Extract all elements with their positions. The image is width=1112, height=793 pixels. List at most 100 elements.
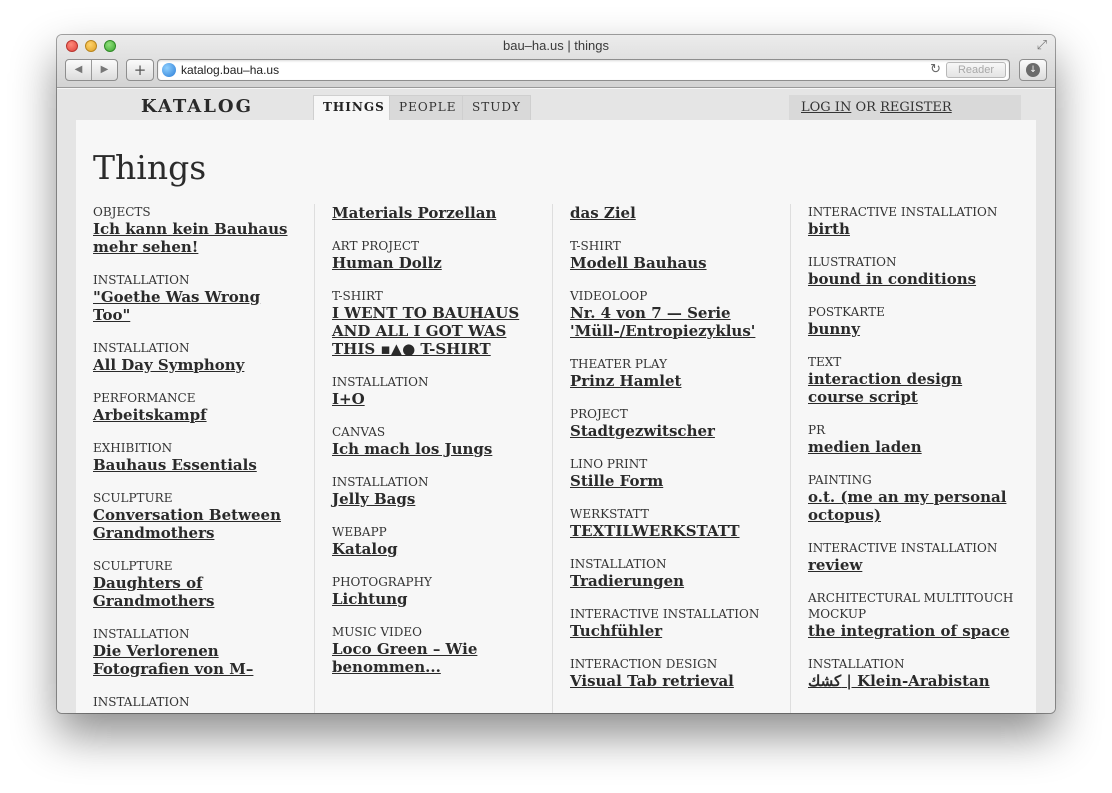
item-link[interactable]: birth [808, 220, 1016, 238]
item-category: ARCHITECTURAL MULTITOUCH MOCKUP [808, 591, 1014, 621]
site-brand[interactable]: KATALOG [141, 96, 253, 117]
item-link[interactable]: Conversation Between Grandmothers [93, 506, 302, 542]
download-icon: ↓ [1026, 63, 1040, 77]
item-link[interactable]: Stadtgezwitscher [570, 422, 778, 440]
item-link[interactable]: Tradierungen [570, 572, 778, 590]
item-link[interactable]: Prinz Hamlet [570, 372, 778, 390]
title-bar: bau–ha.us | things ⤢ ◀ ▶ + katalog.bau–h… [57, 35, 1055, 88]
item-category: INTERACTIVE INSTALLATION [808, 205, 998, 219]
item-link[interactable]: I+O [332, 390, 540, 408]
item-link[interactable]: Bauhaus Essentials [93, 456, 302, 474]
list-item: MUSIC VIDEO Loco Green – Wie benommen... [332, 624, 540, 676]
item-link[interactable]: I WENT TO BAUHAUS AND ALL I GOT WAS THIS… [332, 304, 540, 358]
list-item: CANVAS Ich mach los Jungs [332, 424, 540, 458]
item-link[interactable]: bunny [808, 320, 1016, 338]
item-link[interactable]: o.t. (me an my personal octopus) [808, 488, 1016, 524]
item-link[interactable]: Human Dollz [332, 254, 540, 272]
or-text: OR [855, 100, 876, 115]
item-category: CANVAS [332, 425, 386, 439]
item-link[interactable]: "Goethe Was Wrong Too" [93, 288, 302, 324]
item-link[interactable]: Stille Form [570, 472, 778, 490]
item-link[interactable]: Ich kann kein Bauhaus mehr sehen! [93, 220, 302, 256]
item-category: THEATER PLAY [570, 357, 667, 371]
fullscreen-icon[interactable]: ⤢ [1037, 38, 1047, 53]
item-category: INSTALLATION [93, 627, 190, 641]
item-link[interactable]: Modell Bauhaus [570, 254, 778, 272]
item-link[interactable]: Daughters of Grandmothers [93, 574, 302, 610]
list-item: PROJECT Stadtgezwitscher [570, 406, 778, 440]
things-column-2: Materials Porzellan ART PROJECT Human Dol… [314, 204, 552, 713]
item-category: T-SHIRT [570, 239, 621, 253]
tab-study[interactable]: STUDY [462, 95, 531, 120]
list-item: SCULPTURE Conversation Between Grandmothe… [93, 490, 302, 542]
downloads-button[interactable]: ↓ [1019, 59, 1047, 81]
item-category: MUSIC VIDEO [332, 625, 422, 639]
item-link[interactable]: Katalog [332, 540, 540, 558]
item-link[interactable]: Loco Green – Wie benommen... [332, 640, 540, 676]
item-category: SCULPTURE [93, 491, 173, 505]
url-text[interactable]: katalog.bau–ha.us [181, 63, 279, 77]
list-item: THEATER PLAY Prinz Hamlet [570, 356, 778, 390]
back-icon[interactable]: ◀ [66, 60, 91, 80]
item-link[interactable]: Lichtung [332, 590, 540, 608]
item-link[interactable]: TEXTILWERKSTATT [570, 522, 778, 540]
list-item: T-SHIRT Modell Bauhaus [570, 238, 778, 272]
login-link[interactable]: LOG IN [801, 100, 851, 115]
list-item: WERKSTATT TEXTILWERKSTATT [570, 506, 778, 540]
list-item: LINO PRINT Stille Form [570, 456, 778, 490]
item-link[interactable]: Arbeitskampf [93, 406, 302, 424]
item-link[interactable]: medien laden [808, 438, 1016, 456]
tab-things[interactable]: THINGS [313, 95, 395, 120]
item-link[interactable]: interaction design course script [808, 370, 1016, 406]
item-link[interactable]: Tuchfühler [570, 622, 778, 640]
item-link[interactable]: Ich mach los Jungs [332, 440, 540, 458]
item-link[interactable]: Die Verlorenen Fotografien von M– [93, 642, 302, 678]
list-item: SCULPTURE Daughters of Grandmothers [93, 558, 302, 610]
item-link[interactable]: Nr. 4 von 7 — Serie 'Müll-/Entropiezyklu… [570, 304, 778, 340]
item-link[interactable]: review [808, 556, 1016, 574]
list-item: EXHIBITION Bauhaus Essentials [93, 440, 302, 474]
item-link[interactable]: All Day Symphony [93, 356, 302, 374]
item-link[interactable]: das Ziel [570, 204, 778, 222]
list-item: INSTALLATION كشك | Klein-Arabistan [808, 656, 1016, 690]
globe-icon [162, 63, 176, 77]
item-link[interactable]: كشك | Klein-Arabistan [808, 672, 1016, 690]
item-category: WERKSTATT [570, 507, 649, 521]
list-item: PAINTING o.t. (me an my personal octopus) [808, 472, 1016, 524]
list-item: PERFORMANCE Arbeitskampf [93, 390, 302, 424]
forward-icon[interactable]: ▶ [91, 60, 117, 80]
item-category: PROJECT [570, 407, 628, 421]
item-link[interactable]: the integration of space [808, 622, 1016, 640]
reload-icon[interactable]: ↻ [930, 62, 941, 77]
list-item: INSTALLATION "Goethe Was Wrong Too" [93, 272, 302, 324]
item-category: INSTALLATION [93, 695, 190, 709]
list-item: WEBAPP Katalog [332, 524, 540, 558]
item-category: WEBAPP [332, 525, 387, 539]
page-title: Things [93, 148, 207, 187]
list-item: INSTALLATION All Day Symphony [93, 340, 302, 374]
item-category: INSTALLATION [93, 341, 190, 355]
item-category: ILUSTRATION [808, 255, 897, 269]
list-item: INTERACTION DESIGN Visual Tab retrieval [570, 656, 778, 690]
item-link[interactable]: Jelly Bags [332, 490, 540, 508]
item-category: PERFORMANCE [93, 391, 196, 405]
list-item: POSTKARTE bunny [808, 304, 1016, 338]
item-link[interactable]: bound in conditions [808, 270, 1016, 288]
item-link[interactable]: Visual Tab retrieval [570, 672, 778, 690]
item-category: INSTALLATION [570, 557, 667, 571]
reader-button[interactable]: Reader [946, 62, 1006, 78]
item-category: LINO PRINT [570, 457, 648, 471]
item-category: VIDEOLOOP [570, 289, 648, 303]
item-link[interactable]: Materials Porzellan [332, 204, 540, 222]
list-item: INTERACTIVE INSTALLATION birth [808, 204, 1016, 238]
address-bar[interactable]: katalog.bau–ha.us ↻ Reader [157, 59, 1010, 81]
browser-window: bau–ha.us | things ⤢ ◀ ▶ + katalog.bau–h… [57, 35, 1055, 713]
item-category: INSTALLATION [332, 375, 429, 389]
register-link[interactable]: REGISTER [880, 100, 952, 115]
list-item: INTERACTIVE INSTALLATION review [808, 540, 1016, 574]
item-category: OBJECTS [93, 205, 151, 219]
item-category: INTERACTIVE INSTALLATION [570, 607, 760, 621]
tab-people[interactable]: PEOPLE [389, 95, 467, 120]
add-bookmark-button[interactable]: + [126, 59, 154, 81]
item-category: PAINTING [808, 473, 872, 487]
